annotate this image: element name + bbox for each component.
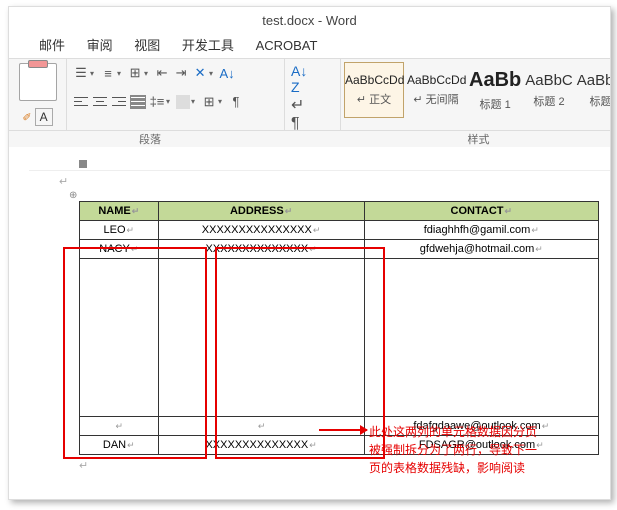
sort-icon[interactable]: A↓ [219, 65, 235, 81]
numbering-icon[interactable]: ≡ [100, 65, 116, 81]
ruler-indent-marker[interactable] [79, 160, 87, 168]
header-name[interactable]: NAME↵ [80, 202, 159, 221]
sort-az-icon[interactable]: A↓Z [291, 63, 334, 95]
tab-review[interactable]: 审阅 [87, 35, 113, 57]
annotation-box-1 [63, 247, 207, 459]
bullets-icon[interactable]: ☰ [73, 65, 89, 81]
app-window: test.docx - Word 邮件 审阅 视图 开发工具 ACROBAT ✐… [8, 6, 611, 500]
ruler[interactable] [29, 157, 610, 171]
multilevel-icon[interactable]: ⊞ [127, 65, 143, 81]
indent-left-icon[interactable]: ⇤ [154, 65, 170, 81]
style-no-spacing[interactable]: AaBbCcDd ↵ 无间隔 [406, 62, 466, 118]
line-spacing-icon[interactable]: ‡≡ [149, 94, 165, 110]
paragraph-label: 段落 [9, 131, 291, 147]
style-heading1[interactable]: AaBb 标题 1 [468, 62, 522, 118]
annotation-text: 此处这两列的单元格数据因分页被强制拆分为了两行，导致下一页的表格数据残缺，影响阅… [369, 423, 539, 477]
format-painter[interactable]: ✐ A [22, 108, 52, 126]
shading-icon[interactable] [176, 95, 190, 109]
tab-mail[interactable]: 邮件 [39, 35, 65, 57]
paragraph-group: ☰▾ ≡▾ ⊞▾ ⇤ ⇥ ✕▾ A↓ ‡≡▾ ▾ ⊞▾ ¶ [67, 59, 285, 130]
tab-acrobat[interactable]: ACROBAT [256, 35, 318, 57]
style-title[interactable]: AaBbC 标题 [576, 62, 610, 118]
editing-group: A↓Z ↵¶ [285, 59, 341, 130]
text-direction-icon[interactable]: ✕ [192, 65, 208, 81]
pilcrow-icon[interactable]: ↵¶ [291, 95, 334, 133]
show-marks-icon[interactable]: ¶ [228, 94, 244, 110]
paragraph-mark: ↵ [59, 175, 610, 188]
style-heading2[interactable]: AaBbC 标题 2 [524, 62, 574, 118]
ribbon: ✐ A ☰▾ ≡▾ ⊞▾ ⇤ ⇥ ✕▾ A↓ ‡≡▾ ▾ ⊞▾ [9, 59, 610, 131]
styles-label: 样式 [347, 131, 610, 147]
document-area[interactable]: ↵ ⊕ NAME↵ ADDRESS↵ CONTACT↵ LEO↵ XXXXXXX… [9, 147, 610, 500]
styles-gallery: AaBbCcDd ↵ 正文 AaBbCcDd ↵ 无间隔 AaBb 标题 1 A… [341, 59, 610, 130]
align-justify-icon[interactable] [130, 95, 146, 109]
title-bar: test.docx - Word [9, 7, 610, 35]
align-right-icon[interactable] [111, 95, 127, 109]
align-left-icon[interactable] [73, 95, 89, 109]
style-normal[interactable]: AaBbCcDd ↵ 正文 [344, 62, 404, 118]
table-row[interactable]: LEO↵ XXXXXXXXXXXXXXX↵ fdiaghhfh@gamil.co… [80, 221, 599, 240]
borders-icon[interactable]: ⊞ [201, 94, 217, 110]
ribbon-tabs: 邮件 审阅 视图 开发工具 ACROBAT [9, 35, 610, 59]
annotation-arrow [319, 429, 367, 431]
header-address[interactable]: ADDRESS↵ [158, 202, 364, 221]
ribbon-group-labels: 段落 样式 [9, 131, 610, 147]
paste-icon[interactable] [19, 63, 57, 101]
tab-dev[interactable]: 开发工具 [182, 35, 234, 57]
tab-view[interactable]: 视图 [134, 35, 160, 57]
clipboard-group: ✐ A [9, 59, 67, 130]
table-anchor-icon: ⊕ [69, 190, 610, 201]
indent-right-icon[interactable]: ⇥ [173, 65, 189, 81]
header-contact[interactable]: CONTACT↵ [364, 202, 598, 221]
align-center-icon[interactable] [92, 95, 108, 109]
